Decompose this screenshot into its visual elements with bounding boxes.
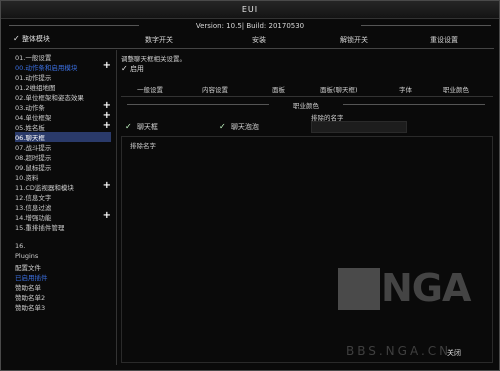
check-icon: ✓ [125, 122, 132, 131]
sidebar-item-plugins[interactable]: Plugins [15, 252, 38, 260]
excluded-names-input[interactable] [311, 121, 407, 133]
sidebar-item-data[interactable]: 10.资料 [15, 172, 38, 182]
sidebar-item-sponsors-2[interactable]: 赞助名单2 [15, 292, 45, 302]
sidebar-item-info-text[interactable]: 12.信息文字 [15, 192, 51, 202]
subtab-bar: 一般设置 内容设置 面板 面板(聊天框) 字体 职业颜色 [127, 84, 489, 94]
sidebar-item-tooltip[interactable]: 09.鼠标提示 [15, 162, 51, 172]
global-modules-label: 整体模块 [21, 35, 50, 43]
sidebar-item-cd-monitor[interactable]: 11.CD监视器和模块 [15, 182, 74, 192]
expand-plus-icon[interactable]: + [103, 111, 111, 121]
sidebar-item-nameplates[interactable]: 05.姓名板 [15, 122, 45, 132]
panel-description: 调整聊天框相关设置。 [121, 55, 186, 63]
top-separator [9, 48, 494, 49]
check-icon: ✓ [13, 34, 20, 43]
sidebar-item-16[interactable]: 16. [15, 242, 25, 250]
subtab-class-color[interactable]: 职业颜色 [443, 84, 469, 94]
sidebar-item-info-filter[interactable]: 13.信息过滤 [15, 202, 51, 212]
sidebar-item-timeout[interactable]: 08.超时提示 [15, 152, 51, 162]
expand-plus-icon[interactable]: + [103, 121, 111, 131]
version-divider-right [361, 25, 491, 26]
expand-plus-icon[interactable]: + [103, 181, 111, 191]
tab-reset-settings[interactable]: 重设设置 [404, 35, 484, 45]
top-toolbar: ✓ 整体模块 数字开关 安装 解锁开关 重设设置 [9, 34, 494, 49]
enable-label: 启用 [129, 65, 144, 73]
global-modules-checkbox[interactable]: ✓ 整体模块 [13, 34, 50, 44]
sidebar-item-actionbar-modules[interactable]: 00.动作条和启用模块 [15, 62, 77, 72]
chat-settings-panel: 调整聊天框相关设置。 ✓ 启用 一般设置 内容设置 面板 面板(聊天框) 字体 … [116, 50, 495, 365]
sidebar-item-sponsors-3[interactable]: 赞助名单3 [15, 302, 45, 312]
sidebar-item-action-hint[interactable]: 01.动作提示 [15, 72, 51, 82]
subtab-content[interactable]: 内容设置 [202, 84, 228, 94]
sidebar-item-general[interactable]: 01.一般设置 [15, 52, 51, 62]
nga-watermark-logo [338, 268, 380, 310]
tab-numbers-toggle[interactable]: 数字开关 [119, 35, 199, 45]
expand-plus-icon[interactable]: + [103, 211, 111, 221]
sidebar-item-chat[interactable]: 06.聊天框 [15, 132, 111, 142]
sidebar-item-unitframes[interactable]: 04.单位框架 [15, 112, 51, 122]
option-chat-bubble-label: 聊天泡泡 [230, 123, 259, 131]
exclude-names-box-label: 排除名字 [130, 142, 156, 150]
sidebar: 01.一般设置 00.动作条和启用模块 + 01.动作提示 01.2维组地图 0… [11, 50, 111, 365]
enable-checkbox[interactable]: ✓ 启用 [121, 64, 144, 74]
sidebar-item-actionbars[interactable]: 03.动作条 [15, 102, 45, 112]
option-chat-frame[interactable]: ✓ 聊天框 [125, 122, 158, 132]
option-chat-bubble[interactable]: ✓ 聊天泡泡 [219, 122, 259, 132]
sidebar-item-sponsors[interactable]: 赞助名单 [15, 282, 41, 292]
nga-watermark-text: NGA [381, 266, 471, 310]
sidebar-item-combat-text[interactable]: 07.战斗提示 [15, 142, 51, 152]
sidebar-item-enabled-plugins[interactable]: 已启用插件 [15, 272, 48, 282]
expand-plus-icon[interactable]: + [103, 101, 111, 111]
section-title-class-color: 职业颜色 [293, 102, 319, 110]
sidebar-item-minimap[interactable]: 01.2维组地图 [15, 82, 55, 92]
close-button[interactable]: 关闭 [447, 348, 461, 358]
nga-watermark-url: BBS.NGA.CN [346, 344, 452, 358]
sidebar-item-profiles[interactable]: 配置文件 [15, 262, 41, 272]
exclude-names-box[interactable]: 排除名字 [121, 136, 493, 363]
tab-unlock-toggle[interactable]: 解锁开关 [314, 35, 394, 45]
subtab-panel-chat[interactable]: 面板(聊天框) [320, 84, 358, 94]
check-icon: ✓ [121, 64, 128, 73]
check-icon: ✓ [219, 122, 226, 131]
tab-install[interactable]: 安装 [219, 35, 299, 45]
window-title: EUI [1, 1, 499, 19]
sidebar-item-enhancements[interactable]: 14.增强功能 [15, 212, 51, 222]
eui-config-window: EUI Version: 10.5| Build: 20170530 ✓ 整体模… [0, 0, 500, 371]
subtab-divider [121, 96, 493, 97]
subtab-font[interactable]: 字体 [399, 84, 412, 94]
section-divider-right [343, 104, 485, 105]
expand-plus-icon[interactable]: + [103, 61, 111, 71]
subtab-panel[interactable]: 面板 [272, 84, 285, 94]
option-chat-frame-label: 聊天框 [136, 123, 158, 131]
subtab-general[interactable]: 一般设置 [137, 84, 163, 94]
sidebar-item-addon-manager[interactable]: 15.重排插件管理 [15, 222, 64, 232]
version-text: Version: 10.5| Build: 20170530 [195, 22, 305, 30]
sidebar-item-unit-aura[interactable]: 02.单位框架和姿态效果 [15, 92, 84, 102]
